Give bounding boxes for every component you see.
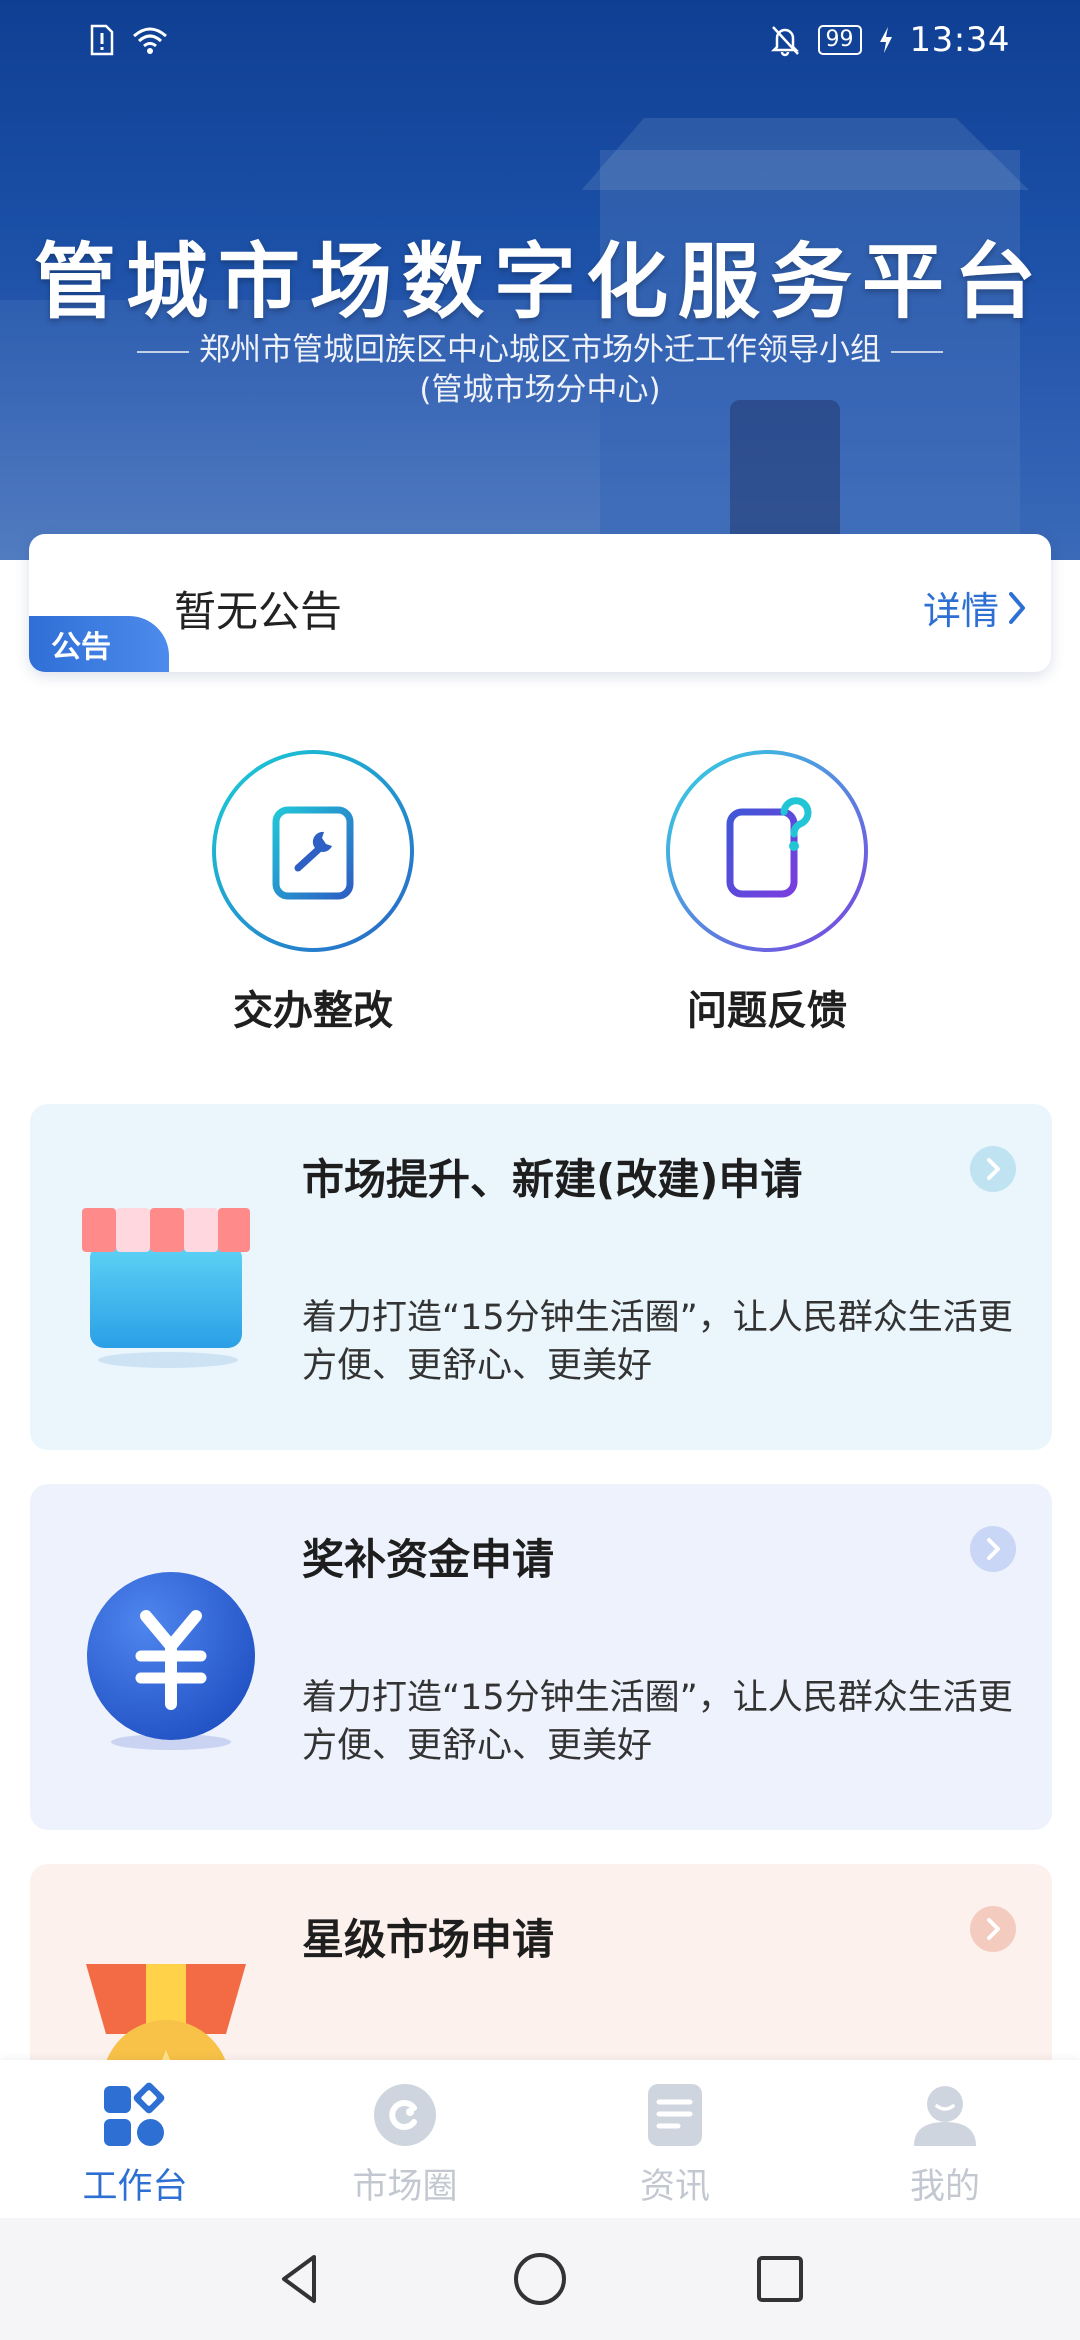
charging-icon <box>879 27 892 53</box>
shop-awning-icon <box>82 1208 250 1368</box>
recents-icon[interactable] <box>750 2249 810 2309</box>
home-icon[interactable] <box>510 2249 570 2309</box>
card-description: 着力打造“15分钟生活圈”，让人民群众生活更方便、更舒心、更美好 <box>302 1298 1013 1386</box>
hero-banner: 99 13:34 管城市场数字化服务平台 郑州市管城回族区中心城区市场外迁工作领… <box>0 0 1080 560</box>
back-icon[interactable] <box>270 2249 330 2309</box>
status-bar: 99 13:34 <box>0 0 1080 80</box>
tab-label: 市场圈 <box>352 2167 458 2207</box>
shortcut-ring <box>666 750 868 952</box>
wifi-icon <box>133 27 167 54</box>
system-navigation-bar <box>0 2218 1080 2340</box>
card-title: 奖补资金申请 <box>302 1535 555 1584</box>
sim-alert-icon <box>90 24 114 56</box>
organization-subname: (管城市场分中心) <box>419 372 661 408</box>
card-subsidy-application[interactable]: 奖补资金申请 着力打造“15分钟生活圈”，让人民群众生活更方便、更舒心、更美好 <box>30 1484 1052 1830</box>
divider <box>137 350 189 353</box>
mute-bell-icon <box>770 26 799 57</box>
market-circle-icon <box>374 2084 436 2146</box>
tab-market-circle[interactable]: 市场圈 <box>270 2060 540 2218</box>
shortcut-issue-feedback[interactable]: 问题反馈 <box>662 750 872 1036</box>
tab-label: 资讯 <box>639 2167 710 2207</box>
organization-name: 郑州市管城回族区中心城区市场外迁工作领导小组 <box>199 332 881 368</box>
app-title: 管城市场数字化服务平台 <box>33 234 1046 330</box>
document-question-icon <box>726 797 812 898</box>
clock: 13:34 <box>909 20 1010 60</box>
announcement-badge: 公告 <box>29 616 169 672</box>
announcement-text: 暂无公告 <box>174 587 343 636</box>
card-description: 着力打造“15分钟生活圈”，让人民群众生活更方便、更舒心、更美好 <box>302 1678 1013 1766</box>
shortcut-ring <box>212 750 414 952</box>
shortcut-assign-rectify[interactable]: 交办整改 <box>208 750 418 1036</box>
card-arrow-button[interactable] <box>970 1906 1016 1952</box>
tab-news[interactable]: 资讯 <box>540 2060 810 2218</box>
card-market-upgrade-application[interactable]: 市场提升、新建(改建)申请 着力打造“15分钟生活圈”，让人民群众生活更方便、更… <box>30 1104 1052 1450</box>
card-title: 星级市场申请 <box>302 1915 555 1964</box>
clipboard-wrench-icon <box>272 799 354 900</box>
workbench-icon <box>104 2082 165 2146</box>
tab-label: 工作台 <box>82 2167 188 2207</box>
divider <box>891 350 943 353</box>
battery-indicator: 99 <box>817 25 862 55</box>
tab-label: 我的 <box>909 2167 980 2207</box>
yuan-coin-icon <box>87 1572 255 1750</box>
profile-icon <box>914 2086 976 2146</box>
card-arrow-button[interactable] <box>970 1526 1016 1572</box>
announcement-bar[interactable]: 公告 暂无公告 详情 <box>29 534 1051 672</box>
announcement-detail-link[interactable]: 详情 <box>923 580 1029 635</box>
detail-label: 详情 <box>922 589 999 633</box>
chevron-right-icon <box>987 1158 1000 1180</box>
shortcut-label: 问题反馈 <box>687 988 847 1034</box>
tab-workbench[interactable]: 工作台 <box>0 2060 270 2218</box>
news-icon <box>648 2084 702 2146</box>
tab-profile[interactable]: 我的 <box>810 2060 1080 2218</box>
chevron-right-icon <box>1009 591 1025 624</box>
chevron-right-icon <box>987 1538 1000 1560</box>
chevron-right-icon <box>987 1918 1000 1940</box>
bottom-tab-bar: 工作台 市场圈 资讯 我的 <box>0 2060 1080 2218</box>
card-title: 市场提升、新建(改建)申请 <box>302 1155 803 1204</box>
shortcut-label: 交办整改 <box>233 988 393 1034</box>
hero-subtitle: 郑州市管城回族区中心城区市场外迁工作领导小组 (管城市场分中心) <box>0 330 1080 410</box>
card-arrow-button[interactable] <box>970 1146 1016 1192</box>
